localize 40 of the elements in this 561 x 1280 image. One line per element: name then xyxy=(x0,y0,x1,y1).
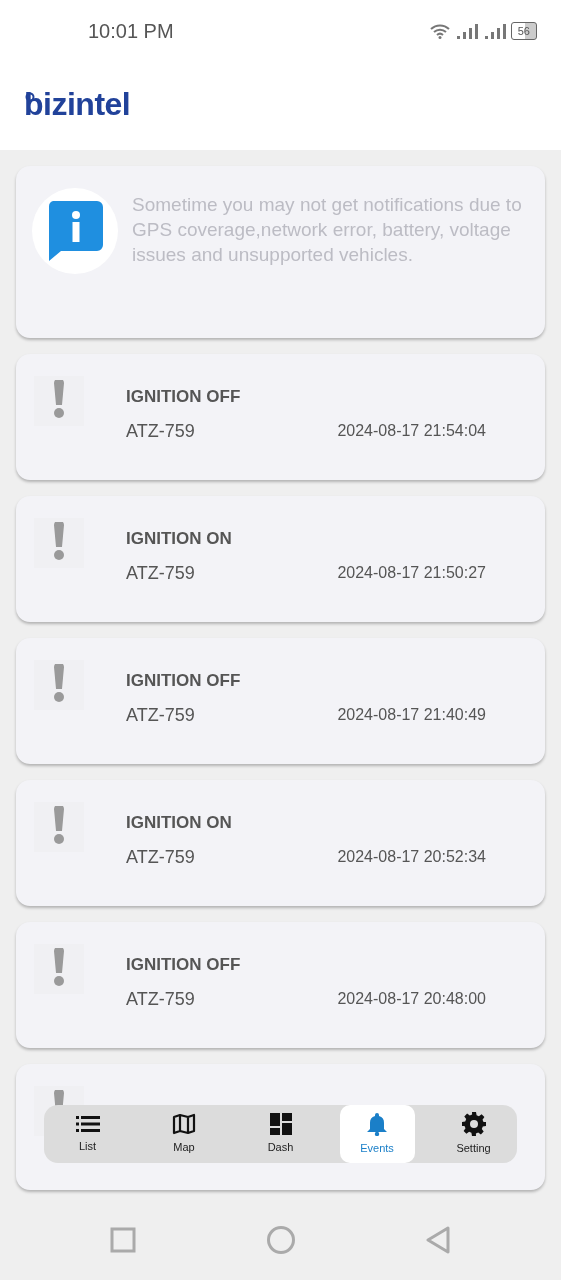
vehicle-plate: ATZ-759 xyxy=(126,561,195,585)
bell-icon xyxy=(366,1111,388,1136)
event-time: 2024-08-17 21:50:27 xyxy=(337,563,486,583)
alert-icon xyxy=(34,802,84,852)
event-time: 2024-08-17 20:52:34 xyxy=(337,847,486,867)
bizintel-logo: bizintel xyxy=(24,92,131,120)
nav-tab[interactable]: Map xyxy=(146,1105,222,1163)
event-title: IGNITION OFF xyxy=(126,386,242,408)
event-time: 2024-08-17 21:40:49 xyxy=(337,705,486,725)
vehicle-plate: ATZ-759 xyxy=(126,703,195,727)
home-button[interactable] xyxy=(265,1225,296,1255)
settings-icon xyxy=(461,1111,486,1136)
signal-icon xyxy=(482,23,507,39)
dashboard-icon xyxy=(269,1112,292,1135)
event-title: IGNITION ON xyxy=(126,528,233,550)
alert-icon xyxy=(34,660,84,710)
vehicle-plate: ATZ-759 xyxy=(126,419,195,443)
map-icon xyxy=(172,1112,196,1135)
event-title: IGNITION OFF xyxy=(126,670,242,692)
status-time: 10:01 PM xyxy=(88,19,174,44)
event-title: IGNITION ON xyxy=(126,812,233,834)
alert-icon xyxy=(34,944,84,994)
nav-tab[interactable]: Dash xyxy=(243,1105,318,1163)
battery-level: 56 xyxy=(510,21,537,41)
vehicle-plate: ATZ-759 xyxy=(126,845,195,869)
recents-button[interactable] xyxy=(110,1227,136,1253)
event-time: 2024-08-17 20:48:00 xyxy=(337,989,486,1009)
alert-icon xyxy=(34,376,84,426)
vehicle-plate: ATZ-759 xyxy=(126,987,195,1011)
list-icon xyxy=(75,1113,100,1134)
nav-tab[interactable]: Events xyxy=(339,1105,415,1163)
signal-icon xyxy=(454,23,479,39)
alert-icon xyxy=(34,518,84,568)
event-time: 2024-08-17 21:54:04 xyxy=(337,421,486,441)
back-button[interactable] xyxy=(425,1226,451,1254)
nav-tab[interactable]: List xyxy=(50,1105,125,1163)
nav-tab[interactable]: Setting xyxy=(436,1105,511,1163)
wifi-icon xyxy=(428,23,451,39)
info-icon xyxy=(47,201,103,261)
event-title: IGNITION OFF xyxy=(126,954,242,976)
